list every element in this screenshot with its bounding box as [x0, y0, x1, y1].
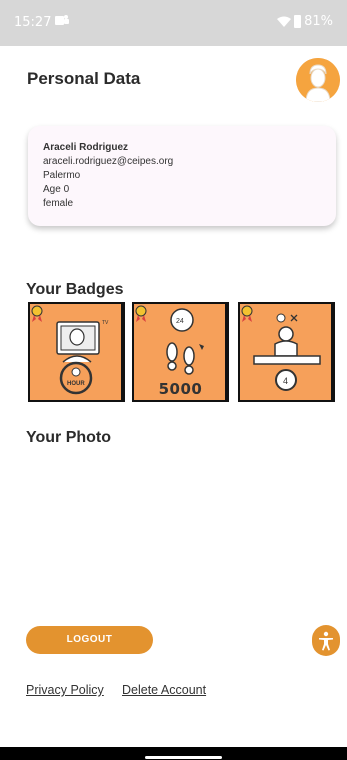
- svg-text:TV: TV: [102, 320, 109, 326]
- accessibility-button[interactable]: [312, 625, 340, 656]
- home-gesture-handle[interactable]: [145, 756, 222, 759]
- profile-city: Palermo: [43, 170, 81, 181]
- profile-age: Age 0: [43, 184, 70, 195]
- status-bar: 15:27 81%: [0, 0, 347, 46]
- profile-name: Araceli Rodriguez: [43, 142, 129, 153]
- wifi-icon: [277, 16, 292, 27]
- user-avatar-icon: [296, 58, 340, 102]
- teams-notification-icon: [55, 14, 69, 29]
- avatar[interactable]: [296, 58, 340, 102]
- badges-section-title: Your Badges: [26, 281, 124, 298]
- badge-steps-count: 5000: [158, 380, 203, 398]
- profile-email: araceli.rodriguez@ceipes.org: [43, 156, 174, 167]
- badge-edge: [121, 304, 125, 400]
- status-time: 15:27: [14, 15, 52, 30]
- accessibility-icon: [319, 631, 333, 651]
- page-title: Personal Data: [27, 69, 141, 88]
- svg-text:24: 24: [176, 318, 184, 325]
- sitting-person-badge-icon: 4: [241, 305, 321, 391]
- profile-card: Araceli Rodriguez araceli.rodriguez@ceip…: [28, 126, 336, 226]
- badge-steps[interactable]: 24 5000: [132, 302, 229, 402]
- badge-hour-label: HOUR: [67, 381, 85, 387]
- privacy-policy-link[interactable]: Privacy Policy: [26, 683, 104, 697]
- badge-edge: [225, 304, 229, 400]
- badge-edge: [331, 304, 335, 400]
- battery-percent: 81%: [304, 14, 333, 29]
- badge-tv-hour[interactable]: TV HOUR: [28, 302, 125, 402]
- delete-account-link[interactable]: Delete Account: [122, 683, 206, 697]
- profile-gender: female: [43, 198, 74, 209]
- logout-button[interactable]: LOGOUT: [26, 626, 153, 654]
- system-nav-bar: [0, 747, 347, 760]
- photo-section-title: Your Photo: [26, 429, 112, 446]
- status-indicators: 81%: [277, 14, 333, 29]
- svg-text:4: 4: [283, 376, 288, 386]
- badge-sitting[interactable]: 4: [238, 302, 335, 402]
- battery-icon: [294, 15, 302, 28]
